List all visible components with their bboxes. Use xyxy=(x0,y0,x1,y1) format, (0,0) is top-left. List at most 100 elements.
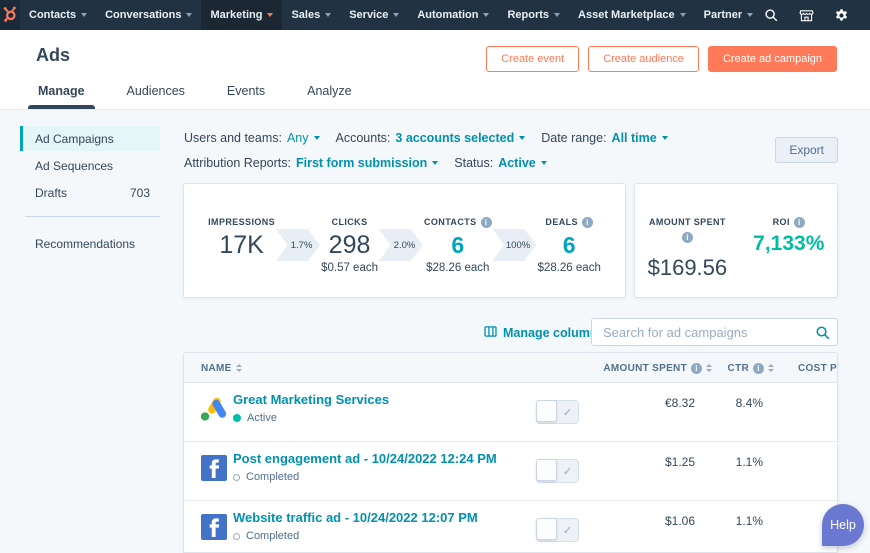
ctr-cell: 1.1% xyxy=(736,514,763,528)
toggle-check-icon xyxy=(557,519,578,541)
table-columns-icon xyxy=(484,326,497,340)
column-header-cost-per[interactable]: COST PER xyxy=(798,353,838,383)
nav-label: Conversations xyxy=(105,9,181,21)
conversion-arrow: 2.0% xyxy=(379,229,423,261)
tab-manage[interactable]: Manage xyxy=(36,84,87,109)
filter-users-and-teams[interactable]: Users and teams: Any xyxy=(184,131,320,145)
campaign-toggle[interactable] xyxy=(536,459,579,483)
campaign-toggle[interactable] xyxy=(536,400,579,424)
sidebar-item-ad-sequences[interactable]: Ad Sequences xyxy=(20,153,160,178)
nav-item-sales[interactable]: Sales xyxy=(282,0,340,30)
create-audience-button[interactable]: Create audience xyxy=(588,46,699,72)
search-icon[interactable] xyxy=(762,6,780,24)
nav-item-reports[interactable]: Reports xyxy=(498,0,569,30)
chevron-down-icon xyxy=(519,136,525,140)
info-icon[interactable] xyxy=(582,217,593,228)
nav-label: Marketing xyxy=(210,9,262,21)
tab-events[interactable]: Events xyxy=(225,84,267,109)
toggle-knob[interactable] xyxy=(536,400,557,422)
export-button[interactable]: Export xyxy=(775,137,838,163)
toggle-check-icon xyxy=(557,401,578,423)
filter-date-range[interactable]: Date range: All time xyxy=(541,131,667,145)
search-input[interactable] xyxy=(592,325,807,340)
metric-cost-each: $28.26 each xyxy=(426,262,489,274)
funnel-metrics-card: IMPRESSIONS 17K 1.7% CLICKS 298 $0.57 ea… xyxy=(183,183,626,298)
filter-value[interactable]: Active xyxy=(498,156,536,170)
settings-gear-icon[interactable] xyxy=(832,6,850,24)
column-header-amount-spent[interactable]: AMOUNT SPENT xyxy=(603,353,712,383)
chevron-down-icon xyxy=(483,13,489,17)
search-icon[interactable] xyxy=(807,325,837,340)
drafts-count: 703 xyxy=(130,186,150,200)
column-label: NAME xyxy=(201,363,232,374)
metric-amount-spent: AMOUNT SPENT $169.56 xyxy=(648,215,728,297)
column-header-ctr[interactable]: CTR xyxy=(728,353,774,383)
chevron-down-icon xyxy=(81,13,87,17)
create-ad-campaign-button[interactable]: Create ad campaign xyxy=(708,46,837,72)
filter-value[interactable]: All time xyxy=(612,131,657,145)
chevron-down-icon xyxy=(325,13,331,17)
chevron-down-icon xyxy=(314,136,320,140)
conversion-arrow: 100% xyxy=(493,229,537,261)
conversion-rate: 1.7% xyxy=(291,240,313,251)
filter-value[interactable]: First form submission xyxy=(296,156,427,170)
campaign-name-link[interactable]: Post engagement ad - 10/24/2022 12:24 PM xyxy=(233,451,497,466)
create-event-button[interactable]: Create event xyxy=(486,46,579,72)
filter-label: Accounts: xyxy=(336,131,391,145)
nav-item-asset-marketplace[interactable]: Asset Marketplace xyxy=(569,0,695,30)
marketplace-icon[interactable] xyxy=(797,6,815,24)
info-icon[interactable] xyxy=(753,363,764,374)
campaign-toggle[interactable] xyxy=(536,518,579,542)
spend-roi-card: AMOUNT SPENT $169.56 ROI 7,133% xyxy=(634,183,838,298)
nav-item-partner[interactable]: Partner xyxy=(695,0,763,30)
filter-label: Status: xyxy=(454,156,493,170)
nav-item-conversations[interactable]: Conversations xyxy=(96,0,201,30)
nav-label: Automation xyxy=(417,9,478,21)
conversion-rate: 2.0% xyxy=(394,240,416,251)
sort-icon[interactable] xyxy=(768,364,774,372)
filter-accounts[interactable]: Accounts: 3 accounts selected xyxy=(336,131,526,145)
sort-icon[interactable] xyxy=(236,364,242,372)
info-icon[interactable] xyxy=(794,217,805,228)
nav-item-service[interactable]: Service xyxy=(340,0,408,30)
filter-status[interactable]: Status: Active xyxy=(454,156,546,170)
column-label: COST PER xyxy=(798,363,838,374)
filter-label: Attribution Reports: xyxy=(184,156,291,170)
toggle-knob[interactable] xyxy=(536,459,557,481)
sort-icon[interactable] xyxy=(706,364,712,372)
campaign-name-link[interactable]: Great Marketing Services xyxy=(233,392,389,407)
campaign-name-link[interactable]: Website traffic ad - 10/24/2022 12:07 PM xyxy=(233,510,478,525)
filter-label: Date range: xyxy=(541,131,606,145)
table-row: Website traffic ad - 10/24/2022 12:07 PM… xyxy=(184,501,837,553)
info-icon[interactable] xyxy=(691,363,702,374)
hubspot-logo[interactable] xyxy=(0,0,20,30)
metric-label: DEALS xyxy=(545,217,578,227)
info-icon[interactable] xyxy=(481,217,492,228)
sidebar-item-recommendations[interactable]: Recommendations xyxy=(20,231,160,256)
filter-attribution-reports[interactable]: Attribution Reports: First form submissi… xyxy=(184,156,438,170)
sidebar-item-label: Drafts xyxy=(35,186,67,200)
sidebar-item-ad-campaigns[interactable]: Ad Campaigns xyxy=(20,126,160,151)
sidebar-item-label: Ad Campaigns xyxy=(35,132,114,146)
nav-item-contacts[interactable]: Contacts xyxy=(20,0,96,30)
help-button[interactable]: Help xyxy=(822,504,864,546)
tab-audiences[interactable]: Audiences xyxy=(125,84,187,109)
chevron-down-icon xyxy=(747,13,753,17)
sidebar-item-drafts[interactable]: Drafts 703 xyxy=(20,180,160,205)
sidebar-divider xyxy=(25,216,160,217)
nav-item-automation[interactable]: Automation xyxy=(408,0,498,30)
ctr-cell: 8.4% xyxy=(736,396,763,410)
info-icon[interactable] xyxy=(682,232,693,243)
facebook-icon xyxy=(200,514,227,540)
column-header-name[interactable]: NAME xyxy=(201,353,242,383)
metric-label: ROI xyxy=(773,217,790,227)
nav-item-marketing[interactable]: Marketing xyxy=(201,0,282,30)
manage-columns-link[interactable]: Manage columns xyxy=(484,326,604,340)
toggle-knob[interactable] xyxy=(536,518,557,540)
facebook-icon xyxy=(200,455,227,481)
filter-value[interactable]: 3 accounts selected xyxy=(395,131,514,145)
nav-label: Asset Marketplace xyxy=(578,9,675,21)
tab-analyze[interactable]: Analyze xyxy=(305,84,353,109)
filter-value[interactable]: Any xyxy=(287,131,309,145)
column-label: CTR xyxy=(728,363,749,374)
